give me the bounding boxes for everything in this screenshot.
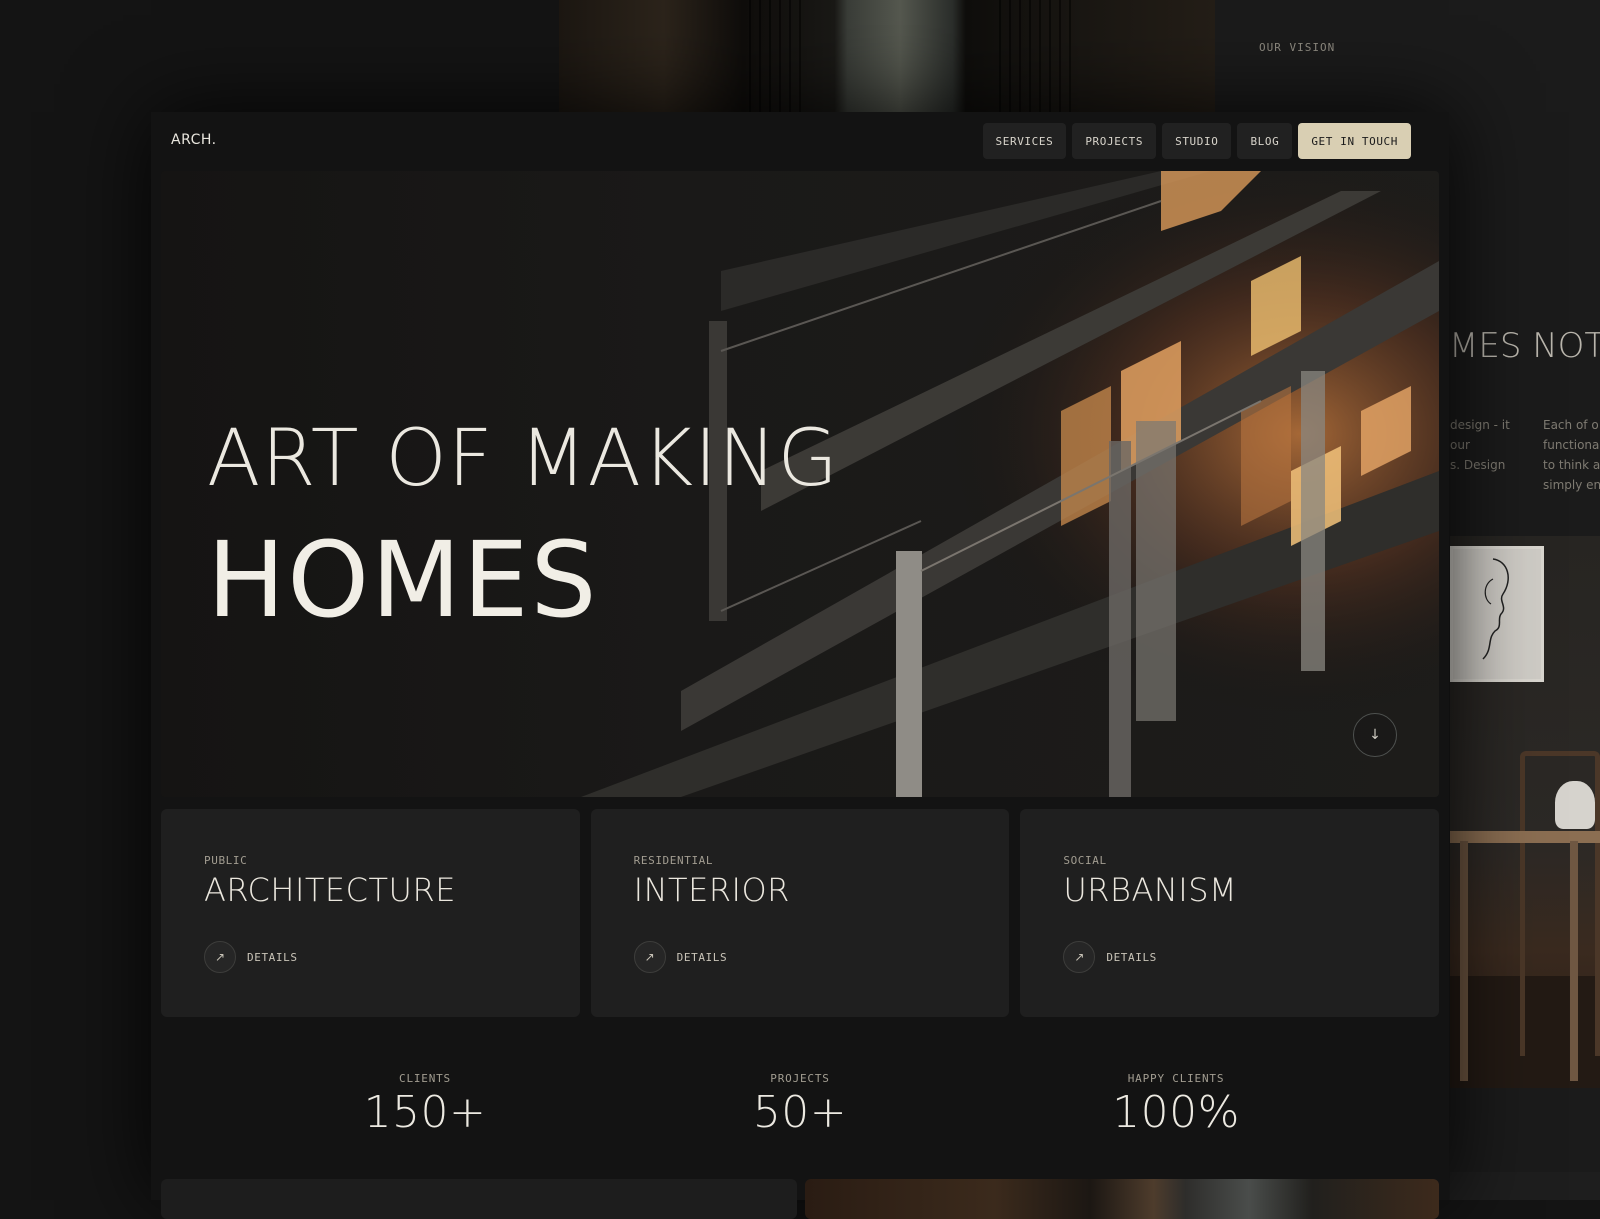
logo[interactable]: ARCH. xyxy=(171,132,217,148)
details-label[interactable]: DETAILS xyxy=(247,951,298,964)
details-link[interactable]: ↗ DETAILS xyxy=(1063,941,1157,973)
nav-services[interactable]: SERVICES xyxy=(982,123,1067,159)
stat-happy-clients: HAPPY CLIENTS 100% xyxy=(1056,1072,1296,1138)
card-title: INTERIOR xyxy=(633,871,790,909)
background-interior-photo xyxy=(1450,536,1600,1088)
top-nav: SERVICES PROJECTS STUDIO BLOG GET IN TOU… xyxy=(982,123,1411,159)
stat-label: HAPPY CLIENTS xyxy=(1127,1072,1225,1085)
face-line-art-frame xyxy=(1450,546,1544,682)
stat-label: CLIENTS xyxy=(399,1072,451,1085)
card-architecture[interactable]: PUBLIC ARCHITECTURE ↗ DETAILS xyxy=(161,809,580,1017)
background-text-line: to think al xyxy=(1543,458,1600,472)
card-tag: RESIDENTIAL xyxy=(633,854,714,867)
card-tag: SOCIAL xyxy=(1063,854,1107,867)
background-text-line: Each of o xyxy=(1543,418,1599,432)
details-label[interactable]: DETAILS xyxy=(677,951,728,964)
main-page: ARCH. SERVICES PROJECTS STUDIO BLOG GET … xyxy=(151,112,1449,1219)
stat-value: 50+ xyxy=(752,1087,848,1138)
stat-label: PROJECTS xyxy=(770,1072,830,1085)
arrow-up-right-icon[interactable]: ↗ xyxy=(1063,941,1096,973)
get-in-touch-button[interactable]: GET IN TOUCH xyxy=(1298,123,1411,159)
arrow-up-right-icon[interactable]: ↗ xyxy=(633,941,666,973)
card-urbanism[interactable]: SOCIAL URBANISM ↗ DETAILS xyxy=(1020,809,1440,1017)
background-bottom-strip xyxy=(1450,1172,1600,1200)
bottom-panel-left xyxy=(161,1179,797,1219)
details-link[interactable]: ↗ DETAILS xyxy=(204,941,298,973)
background-text-column-1: design - it our s. Design xyxy=(1450,415,1540,475)
vase xyxy=(1555,781,1595,829)
hero-section: ART OF MAKING HOMES ↓ xyxy=(161,171,1439,797)
arrow-up-right-icon[interactable]: ↗ xyxy=(204,941,236,973)
hero-title-line-2: HOMES xyxy=(207,519,599,641)
background-text-line: simply enj xyxy=(1543,478,1600,492)
background-text-line: s. Design xyxy=(1450,458,1506,472)
card-tag: PUBLIC xyxy=(204,854,248,867)
background-heading-fragment: MES NOT xyxy=(1449,326,1600,366)
background-text-line: design - it xyxy=(1450,418,1510,432)
card-title: URBANISM xyxy=(1063,871,1238,909)
details-label[interactable]: DETAILS xyxy=(1106,951,1157,964)
background-text-line: our xyxy=(1450,438,1470,452)
background-top-photo xyxy=(559,0,1215,112)
background-text-line: functional xyxy=(1543,438,1600,452)
stat-clients: CLIENTS 150+ xyxy=(305,1072,545,1138)
details-link[interactable]: ↗ DETAILS xyxy=(633,941,728,973)
stat-projects: PROJECTS 50+ xyxy=(680,1072,920,1138)
bottom-panel-right-photo xyxy=(805,1179,1439,1219)
hero-title-line-1: ART OF MAKING xyxy=(207,414,839,504)
background-text-column-2: Each of o functional to think al simply … xyxy=(1543,415,1600,495)
nav-blog[interactable]: BLOG xyxy=(1237,123,1293,159)
service-cards: PUBLIC ARCHITECTURE ↗ DETAILS RESIDENTIA… xyxy=(161,809,1440,1017)
stat-value: 100% xyxy=(1112,1087,1240,1138)
stat-value: 150+ xyxy=(363,1087,487,1138)
nav-projects[interactable]: PROJECTS xyxy=(1072,123,1157,159)
scroll-down-button[interactable]: ↓ xyxy=(1353,713,1397,757)
card-interior[interactable]: RESIDENTIAL INTERIOR ↗ DETAILS xyxy=(590,809,1010,1017)
our-vision-label: OUR VISION xyxy=(1259,41,1336,54)
card-title: ARCHITECTURE xyxy=(204,871,456,909)
arrow-down-icon: ↓ xyxy=(1369,727,1381,743)
nav-studio[interactable]: STUDIO xyxy=(1162,123,1232,159)
